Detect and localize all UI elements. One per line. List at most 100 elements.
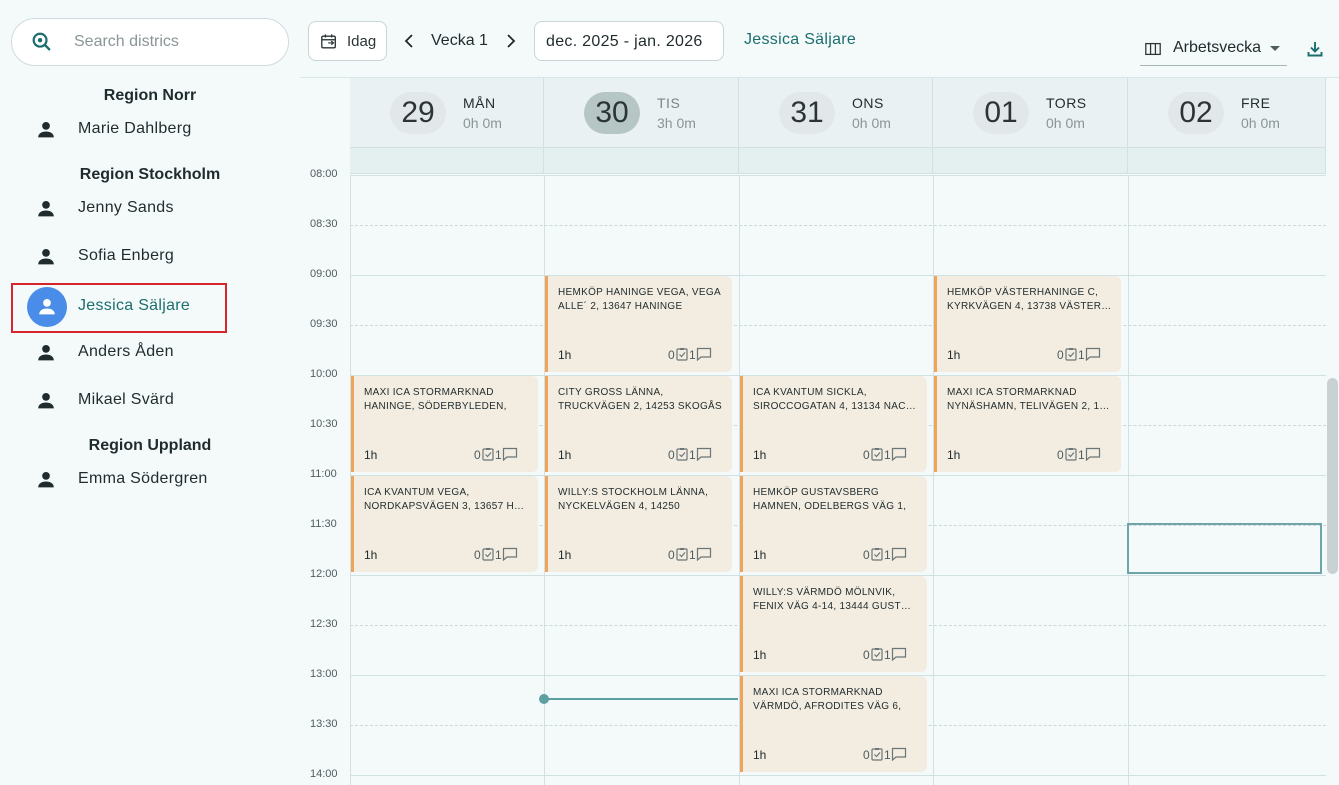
event-duration: 1h — [364, 448, 378, 462]
event-duration: 1h — [558, 448, 572, 462]
view-mode-select[interactable]: Arbetsvecka — [1140, 36, 1287, 66]
date-range-label: dec. 2025 - jan. 2026 — [546, 33, 703, 50]
hour-line — [350, 175, 1326, 176]
day-number: 29 — [390, 92, 446, 134]
checklist-icon — [871, 648, 883, 661]
calendar-event[interactable]: HEMKÖP VÄSTERHANINGE C, KYRKVÄGEN 4, 137… — [934, 276, 1121, 372]
comment-count: 1 — [884, 748, 891, 762]
event-title: HEMKÖP GUSTAVSBERG HAMNEN, ODELBERGS VÄG… — [753, 487, 907, 512]
day-header-fri[interactable]: 02 FRE 0h 0m — [1128, 78, 1326, 148]
comment-icon — [891, 747, 907, 761]
search-input[interactable] — [74, 29, 274, 55]
event-title: ICA KVANTUM SICKLA, SIROCCOGATAN 4, 1313… — [753, 387, 917, 412]
calendar-event[interactable]: ICA KVANTUM VEGA, NORDKAPSVÄGEN 3, 13657… — [351, 476, 538, 572]
current-time-dot — [539, 694, 549, 704]
all-day-slot[interactable] — [739, 148, 933, 174]
task-count: 0 — [863, 648, 870, 662]
hour-line — [350, 275, 1326, 276]
all-day-slot[interactable] — [1128, 148, 1326, 174]
user-name: Emma Södergren — [78, 470, 208, 487]
person-icon — [39, 299, 55, 315]
calendar-event[interactable]: MAXI ICA STORMARKNAD VÄRMDÖ, AFRODITES V… — [740, 676, 927, 772]
comment-count: 1 — [495, 548, 502, 562]
user-item-emma-sodergren[interactable]: Emma Södergren — [11, 456, 227, 504]
calendar-event[interactable]: WILLY:S VÄRMDÖ MÖLNVIK, FENIX VÄG 4-14, … — [740, 576, 927, 672]
half-hour-line — [350, 325, 1326, 326]
user-item-jenny-sands[interactable]: Jenny Sands — [11, 185, 227, 233]
calendar-event[interactable]: ICA KVANTUM SICKLA, SIROCCOGATAN 4, 1313… — [740, 376, 927, 472]
day-header-thu[interactable]: 01 TORS 0h 0m — [933, 78, 1128, 148]
user-item-sofia-enberg[interactable]: Sofia Enberg — [11, 233, 227, 281]
day-hours: 0h 0m — [1046, 115, 1085, 131]
task-count: 0 — [1057, 348, 1064, 362]
user-item-marie-dahlberg[interactable]: Marie Dahlberg — [11, 106, 227, 154]
chevron-left-icon[interactable] — [400, 30, 418, 52]
calendar-event[interactable]: HEMKÖP HANINGE VEGA, VEGA ALLE´ 2, 13647… — [545, 276, 732, 372]
day-hours: 0h 0m — [1241, 115, 1280, 131]
event-duration: 1h — [558, 548, 572, 562]
time-label: 11:00 — [310, 468, 337, 480]
event-counts: 01 — [863, 646, 923, 662]
calendar-event[interactable]: MAXI ICA STORMARKNAD HANINGE, SÖDERBYLED… — [351, 376, 538, 472]
sidebar: Region Norr Marie Dahlberg Region Stockh… — [0, 0, 300, 785]
chevron-right-icon[interactable] — [502, 30, 520, 52]
all-day-slot[interactable] — [933, 148, 1128, 174]
day-name: FRE — [1241, 95, 1271, 111]
selected-time-slot[interactable] — [1127, 523, 1322, 574]
download-icon[interactable] — [1305, 39, 1325, 59]
user-item-jessica-saljare[interactable]: Jessica Säljare — [11, 283, 227, 333]
time-label: 09:30 — [310, 318, 338, 330]
day-header-tue[interactable]: 30 TIS 3h 0m — [544, 78, 739, 148]
all-day-slot[interactable] — [544, 148, 739, 174]
comment-count: 1 — [689, 348, 696, 362]
calendar-event[interactable]: MAXI ICA STORMARKNAD NYNÄSHAMN, TELIVÄGE… — [934, 376, 1121, 472]
date-range-picker[interactable]: dec. 2025 - jan. 2026 — [534, 21, 724, 61]
day-hours: 3h 0m — [657, 115, 696, 131]
time-label: 09:00 — [310, 268, 338, 280]
checklist-icon — [676, 448, 688, 461]
calendar-event[interactable]: HEMKÖP GUSTAVSBERG HAMNEN, ODELBERGS VÄG… — [740, 476, 927, 572]
calendar-event[interactable]: CITY GROSS LÄNNA, TRUCKVÄGEN 2, 14253 SK… — [545, 376, 732, 472]
task-count: 0 — [863, 548, 870, 562]
all-day-slot[interactable] — [350, 148, 544, 174]
event-duration: 1h — [753, 448, 767, 462]
calendar-event[interactable]: WILLY:S STOCKHOLM LÄNNA, NYCKELVÄGEN 4, … — [545, 476, 732, 572]
event-counts: 01 — [668, 346, 728, 362]
user-name: Mikael Svärd — [78, 391, 175, 408]
user-item-anders-aden[interactable]: Anders Åden — [11, 329, 227, 377]
task-count: 0 — [474, 448, 481, 462]
search-icon — [32, 32, 51, 51]
user-item-mikael-svard[interactable]: Mikael Svärd — [11, 377, 227, 425]
checklist-icon — [676, 348, 688, 361]
time-grid[interactable]: 08:00 08:30 09:00 09:30 10:00 10:30 11:00 11:30… — [300, 168, 1326, 785]
region-header: Region Uppland — [88, 437, 212, 454]
day-name: TORS — [1046, 95, 1087, 111]
task-count: 0 — [668, 548, 675, 562]
calendar-today-icon — [321, 34, 336, 49]
today-label: Idag — [347, 33, 377, 50]
comment-icon — [502, 447, 518, 461]
day-header-wed[interactable]: 31 ONS 0h 0m — [739, 78, 933, 148]
calendar-toolbar: Idag Vecka 1 dec. 2025 - jan. 2026 Jessi… — [300, 0, 1339, 78]
scrollbar[interactable] — [1327, 378, 1338, 574]
person-icon — [38, 249, 54, 265]
event-duration: 1h — [558, 348, 572, 362]
event-title: MAXI ICA STORMARKNAD VÄRMDÖ, AFRODITES V… — [753, 687, 902, 712]
avatar — [27, 287, 67, 327]
day-header-mon[interactable]: 29 MÅN 0h 0m — [350, 78, 544, 148]
calendar-week-view: 29 MÅN 0h 0m 30 TIS 3h 0m 31 ONS 0h 0m 0… — [300, 78, 1326, 785]
search-box[interactable] — [11, 18, 289, 66]
comment-icon — [696, 347, 712, 361]
time-label: 11:30 — [310, 518, 337, 530]
today-button[interactable]: Idag — [308, 21, 387, 61]
task-count: 0 — [474, 548, 481, 562]
comment-count: 1 — [884, 548, 891, 562]
comment-icon — [696, 447, 712, 461]
person-icon — [38, 122, 54, 138]
event-counts: 01 — [668, 446, 728, 462]
event-counts: 01 — [863, 546, 923, 562]
event-duration: 1h — [753, 548, 767, 562]
time-label: 08:00 — [310, 168, 338, 180]
task-count: 0 — [863, 748, 870, 762]
event-title: WILLY:S VÄRMDÖ MÖLNVIK, FENIX VÄG 4-14, … — [753, 587, 912, 612]
